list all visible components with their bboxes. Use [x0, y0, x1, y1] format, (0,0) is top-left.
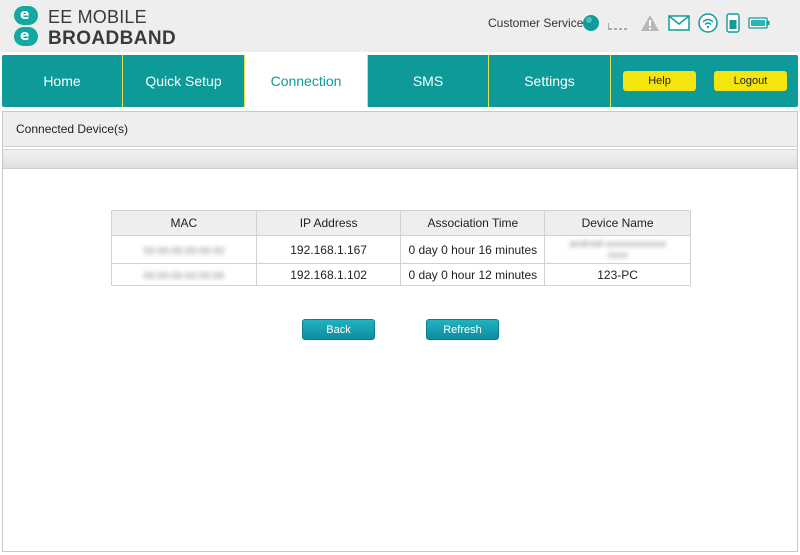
tab-home[interactable]: Home	[2, 55, 123, 107]
table-header-row: MAC IP Address Association Time Device N…	[111, 210, 691, 236]
cell-association-time: 0 day 0 hour 12 minutes	[400, 263, 546, 286]
section-divider	[3, 149, 797, 169]
refresh-button[interactable]: Refresh	[426, 319, 499, 340]
cell-mac: 00:00:00:00:00:00	[111, 235, 257, 264]
battery-icon	[748, 16, 770, 30]
cell-ip-address: 192.168.1.167	[255, 235, 402, 264]
brand-line-1: EE MOBILE	[48, 7, 147, 27]
signal-strength-icon	[608, 14, 632, 32]
mac-value: 00:00:00:00:00:00	[143, 245, 225, 257]
mail-icon[interactable]	[668, 15, 690, 31]
content-panel: Connected Device(s) MAC IP Address Assoc…	[2, 111, 798, 552]
cell-ip-address: 192.168.1.102	[255, 263, 402, 286]
column-header-association-time: Association Time	[400, 210, 546, 236]
header: e e EE MOBILE BROADBAND Customer Service	[0, 0, 800, 52]
connected-devices-table: MAC IP Address Association Time Device N…	[111, 210, 691, 286]
device-name-value: android-xxxxxxxxxxxxxxxx	[569, 238, 666, 261]
tab-settings[interactable]: Settings	[489, 55, 611, 107]
status-icons	[582, 11, 778, 35]
page-title: Connected Device(s)	[3, 112, 797, 147]
tab-quick-setup[interactable]: Quick Setup	[123, 55, 245, 107]
tab-connection[interactable]: Connection	[245, 55, 367, 107]
cell-mac: 00:00:00:00:00:00	[111, 263, 257, 286]
brand-line-2: BROADBAND	[48, 28, 177, 49]
help-button[interactable]: Help	[623, 71, 696, 91]
wifi-icon[interactable]	[698, 13, 718, 33]
logout-button[interactable]: Logout	[714, 71, 787, 91]
customer-service-link[interactable]: Customer Service	[488, 16, 583, 30]
logo-mark-top: e	[20, 7, 30, 23]
tab-sms[interactable]: SMS	[367, 55, 489, 107]
cell-device-name: android-xxxxxxxxxxxxxxxx	[544, 235, 691, 264]
column-header-mac: MAC	[111, 210, 257, 236]
main-navigation: Home Quick Setup Connection SMS Settings…	[2, 55, 798, 107]
table-row: 00:00:00:00:00:00 192.168.1.102 0 day 0 …	[111, 263, 691, 286]
status-indicator-icon	[582, 14, 600, 32]
warning-icon[interactable]	[640, 14, 660, 32]
cell-device-name: 123-PC	[544, 263, 691, 286]
column-header-ip-address: IP Address	[255, 210, 402, 236]
back-button[interactable]: Back	[302, 319, 375, 340]
brand-name: EE MOBILE BROADBAND	[48, 7, 176, 50]
table-row: 00:00:00:00:00:00 192.168.1.167 0 day 0 …	[111, 235, 691, 264]
mac-value: 00:00:00:00:00:00	[143, 270, 225, 282]
column-header-device-name: Device Name	[544, 210, 691, 236]
cell-association-time: 0 day 0 hour 16 minutes	[400, 235, 546, 264]
brand-logo: e e	[14, 6, 38, 46]
logo-mark-bottom: e	[20, 28, 30, 44]
sim-card-icon	[726, 13, 740, 33]
